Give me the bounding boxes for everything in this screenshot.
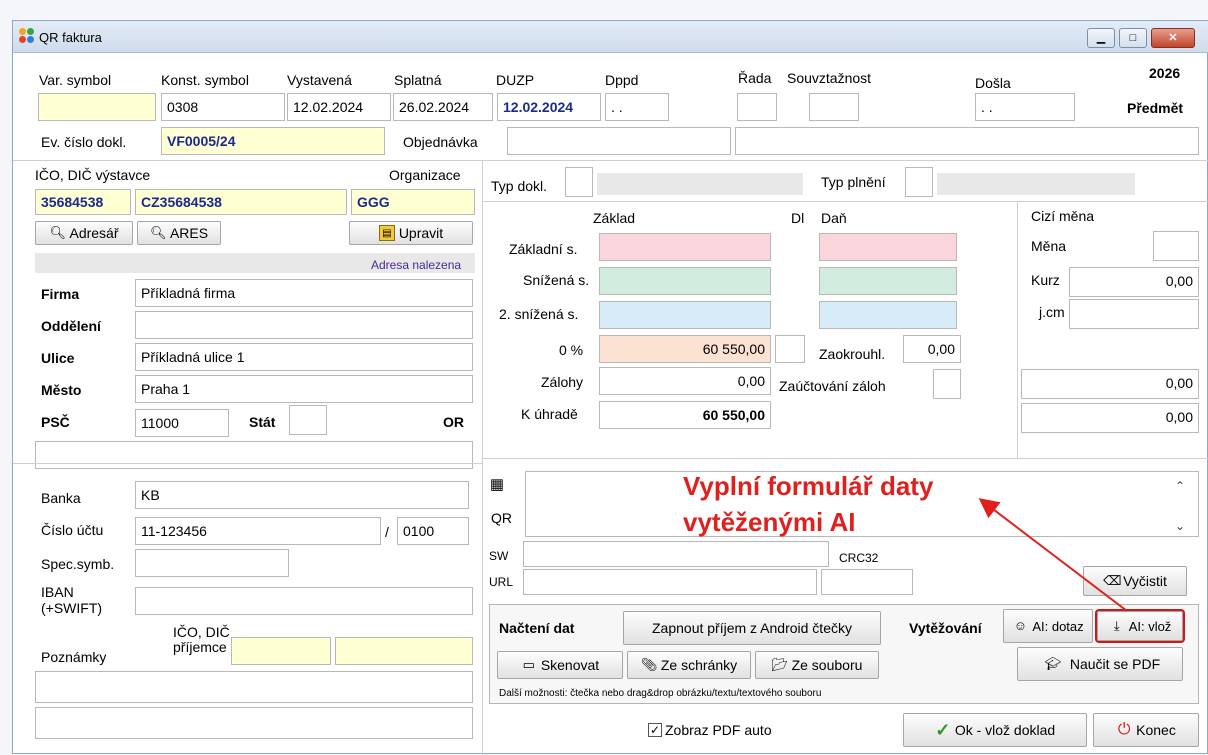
qr-faktura-window: QR faktura ▁ □ ✕ Var. symbol Konst. symb… [12,20,1208,755]
annotation-arrow [978,498,1128,612]
